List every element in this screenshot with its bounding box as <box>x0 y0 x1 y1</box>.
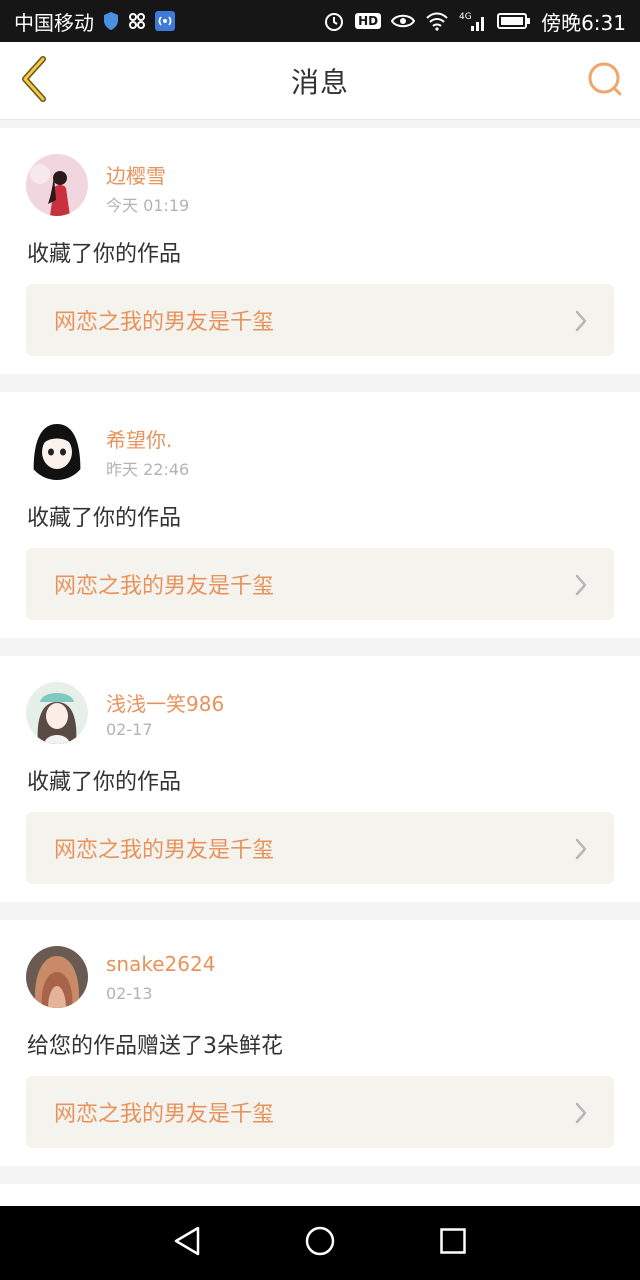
action-text: 收藏了你的作品 <box>27 242 182 267</box>
system-nav-bar <box>0 1206 640 1280</box>
message-card: 浅浅一笑986 02-17 收藏了你的作品 网恋之我的男友是千玺 <box>0 656 640 902</box>
nav-home-button[interactable] <box>290 1213 350 1273</box>
message-card: snake2624 02-13 给您的作品赠送了3朵鲜花 网恋之我的男友是千玺 <box>0 920 640 1166</box>
hotspot-icon <box>154 10 176 32</box>
recents-square-icon <box>439 1227 467 1259</box>
action-text: 收藏了你的作品 <box>27 770 182 795</box>
avatar[interactable] <box>26 682 88 744</box>
search-button[interactable] <box>584 60 626 102</box>
search-icon <box>586 60 624 102</box>
work-title: 网恋之我的男友是千玺 <box>54 838 275 863</box>
avatar[interactable] <box>26 154 88 216</box>
work-title: 网恋之我的男友是千玺 <box>54 574 275 599</box>
timestamp: 今天 01:19 <box>106 196 190 215</box>
message-card: 边樱雪 今天 01:19 收藏了你的作品 网恋之我的男友是千玺 <box>0 128 640 374</box>
chevron-right-icon <box>574 1102 588 1128</box>
username[interactable]: 希望你. <box>106 424 172 453</box>
timestamp: 02-17 <box>106 720 153 739</box>
work-title: 网恋之我的男友是千玺 <box>54 310 275 335</box>
status-bar: 中国移动 HD 4G 傍晚6:31 <box>0 0 640 42</box>
work-link[interactable]: 网恋之我的男友是千玺 <box>26 812 614 884</box>
back-triangle-icon <box>172 1225 202 1261</box>
message-list: 边樱雪 今天 01:19 收藏了你的作品 网恋之我的男友是千玺 希望你. 昨天 … <box>0 128 640 1242</box>
work-link[interactable]: 网恋之我的男友是千玺 <box>26 1076 614 1148</box>
work-link[interactable]: 网恋之我的男友是千玺 <box>26 284 614 356</box>
carrier-group: 中国移动 <box>14 7 176 36</box>
eye-icon <box>391 12 416 30</box>
hd-icon: HD <box>355 13 382 29</box>
signal-icon: 4G <box>459 10 487 32</box>
action-text: 收藏了你的作品 <box>27 506 182 531</box>
app-icon <box>128 12 146 30</box>
avatar[interactable] <box>26 946 88 1008</box>
header: 消息 <box>0 42 640 120</box>
shield-icon <box>102 11 120 31</box>
home-circle-icon <box>304 1225 336 1261</box>
action-text: 给您的作品赠送了3朵鲜花 <box>27 1034 283 1059</box>
work-link[interactable]: 网恋之我的男友是千玺 <box>26 548 614 620</box>
username[interactable]: 边樱雪 <box>106 160 166 189</box>
timestamp: 02-13 <box>106 984 153 1003</box>
back-chevron-icon <box>19 56 49 106</box>
alarm-icon <box>323 10 345 32</box>
network-type: 4G <box>459 12 472 22</box>
carrier-name: 中国移动 <box>14 10 94 35</box>
timestamp: 昨天 22:46 <box>106 460 190 479</box>
back-button[interactable] <box>14 56 54 106</box>
chevron-right-icon <box>574 310 588 336</box>
work-title: 网恋之我的男友是千玺 <box>54 1102 275 1127</box>
username[interactable]: snake2624 <box>106 952 215 976</box>
username[interactable]: 浅浅一笑986 <box>106 688 224 717</box>
nav-back-button[interactable] <box>157 1213 217 1273</box>
chevron-right-icon <box>574 574 588 600</box>
clock: 傍晚6:31 <box>541 10 626 35</box>
battery-icon <box>497 12 531 30</box>
page-title: 消息 <box>290 65 349 99</box>
avatar[interactable] <box>26 418 88 480</box>
message-card: 希望你. 昨天 22:46 收藏了你的作品 网恋之我的男友是千玺 <box>0 392 640 638</box>
wifi-icon <box>425 11 449 31</box>
status-right-group: HD 4G 傍晚6:31 <box>323 7 626 36</box>
nav-recents-button[interactable] <box>423 1213 483 1273</box>
chevron-right-icon <box>574 838 588 864</box>
